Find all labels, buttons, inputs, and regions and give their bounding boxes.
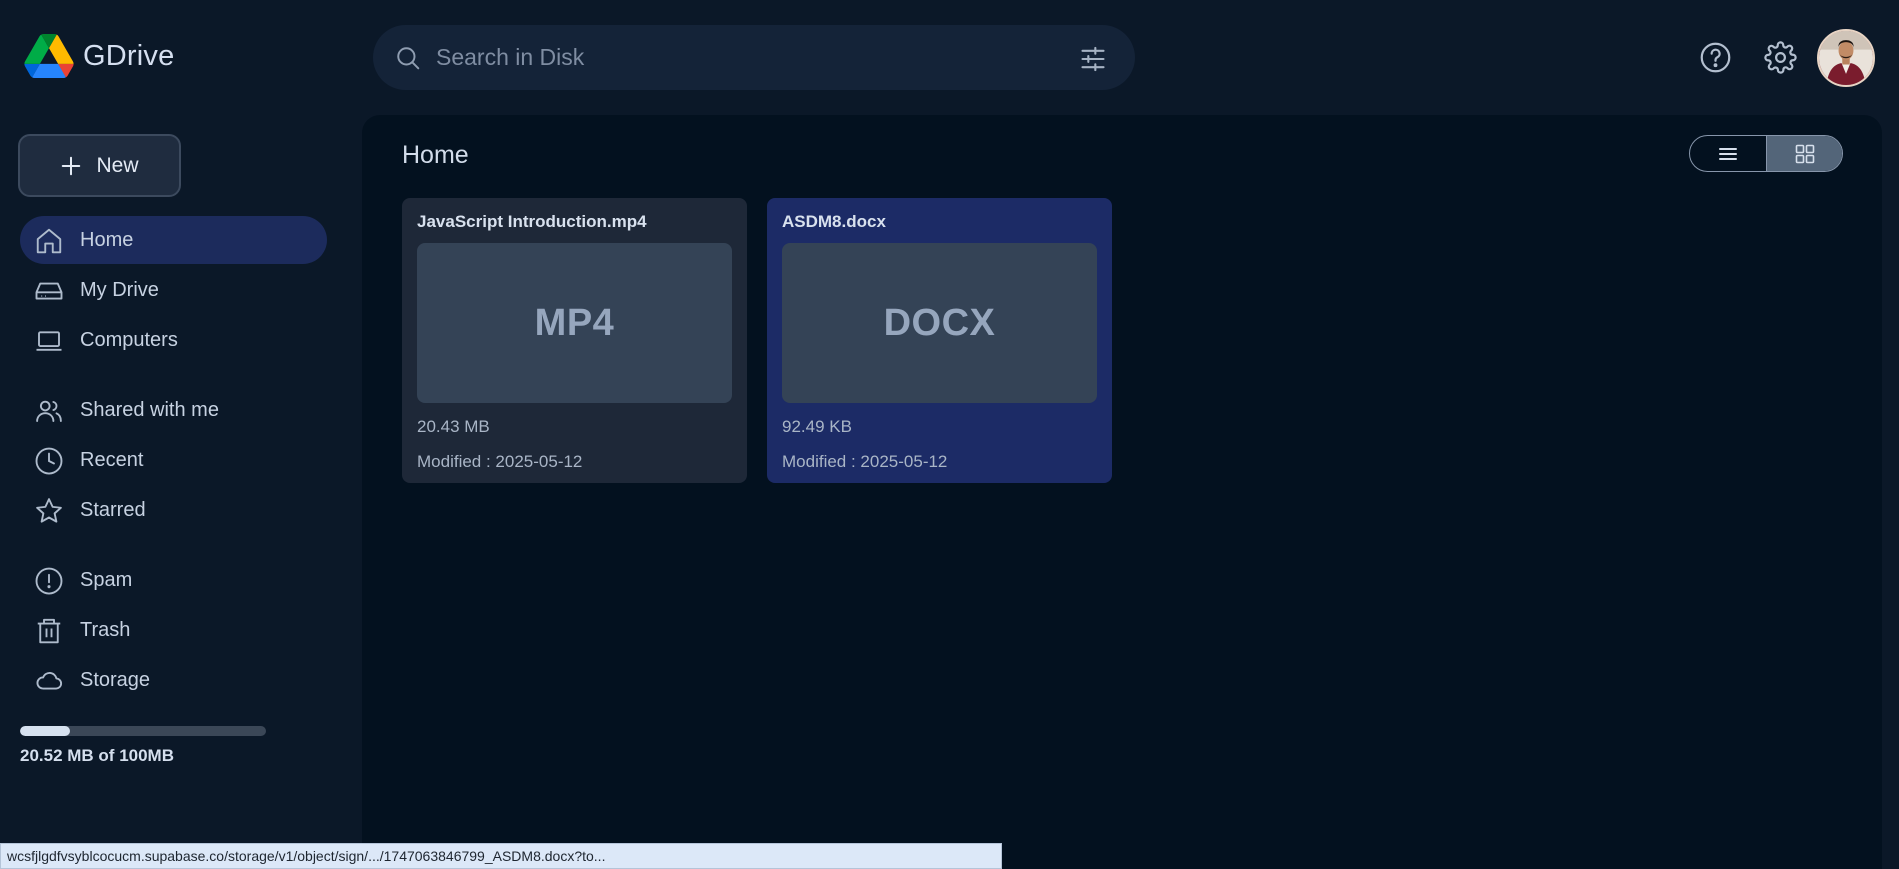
file-size: 92.49 KB	[782, 417, 852, 436]
gdrive-logo-icon	[24, 34, 74, 78]
avatar-portrait-icon	[1819, 31, 1873, 85]
search-bar	[373, 25, 1135, 90]
cloud-icon	[36, 671, 63, 690]
sidebar-item-my-drive[interactable]: My Drive	[20, 266, 327, 314]
app-window: GDrive Search in Disk New Home My Drive …	[0, 0, 1899, 869]
file-modified-date: Modified : 2025-05-12	[782, 452, 948, 471]
clock-icon	[35, 447, 63, 475]
star-icon	[36, 498, 62, 523]
file-name: JavaScript Introduction.mp4	[417, 212, 647, 231]
laptop-icon	[36, 331, 62, 351]
search-input[interactable]	[436, 37, 1036, 77]
list-view-button[interactable]	[1690, 136, 1766, 171]
sidebar-item-computers[interactable]: Computers	[20, 316, 327, 364]
search-icon	[397, 47, 420, 70]
storage-usage-text: 20.52 MB of 100MB	[20, 746, 174, 765]
file-thumbnail: DOCX	[782, 243, 1097, 403]
file-name: ASDM8.docx	[782, 212, 886, 231]
alert-icon	[35, 567, 63, 595]
sidebar-item-label: Shared with me	[80, 399, 219, 421]
sidebar-item-label: Starred	[80, 499, 146, 521]
file-extension-label: DOCX	[883, 301, 996, 344]
new-button-label: New	[96, 153, 139, 177]
plus-icon	[62, 156, 81, 175]
main-panel: Home JavaScript Introduction.mp4 MP4 20.…	[362, 115, 1882, 869]
grid-view-button[interactable]	[1766, 136, 1842, 171]
new-button[interactable]: New	[18, 134, 181, 197]
list-icon	[1719, 147, 1737, 160]
file-extension-label: MP4	[534, 301, 615, 344]
view-toggle	[1689, 135, 1843, 172]
sidebar-item-label: My Drive	[80, 279, 159, 301]
sidebar-item-label: Computers	[80, 329, 178, 351]
storage-usage-fill	[20, 726, 71, 736]
trash-icon	[37, 618, 61, 644]
sidebar-item-spam[interactable]: Spam	[20, 556, 327, 604]
file-size: 20.43 MB	[417, 417, 490, 436]
drive-icon	[35, 282, 63, 300]
file-thumbnail: MP4	[417, 243, 732, 403]
sidebar-item-home[interactable]: Home	[20, 216, 327, 264]
status-url-bar: wcsfjlgdfvsyblcocucm.supabase.co/storage…	[0, 843, 1002, 869]
brand[interactable]: GDrive	[24, 34, 174, 78]
user-avatar[interactable]	[1817, 29, 1875, 87]
file-modified-date: Modified : 2025-05-12	[417, 452, 583, 471]
sidebar-item-label: Storage	[80, 669, 151, 691]
sidebar-item-shared-with-me[interactable]: Shared with me	[20, 386, 327, 434]
file-card[interactable]: JavaScript Introduction.mp4 MP4 20.43 MB…	[402, 198, 747, 483]
sidebar-item-starred[interactable]: Starred	[20, 486, 327, 534]
file-card-selected[interactable]: ASDM8.docx DOCX 92.49 KB Modified : 2025…	[767, 198, 1112, 483]
storage-usage-bar	[20, 726, 266, 736]
settings-gear-icon[interactable]	[1764, 41, 1797, 74]
home-icon	[36, 228, 62, 254]
grid-icon	[1795, 144, 1814, 163]
sidebar-item-label: Home	[80, 229, 134, 251]
sidebar-item-label: Recent	[80, 449, 144, 471]
help-icon[interactable]	[1699, 41, 1732, 74]
users-icon	[36, 400, 62, 422]
sidebar-item-label: Spam	[80, 569, 133, 591]
sidebar-item-label: Trash	[80, 619, 131, 641]
brand-name: GDrive	[83, 39, 175, 72]
filter-sliders-icon[interactable]	[1079, 45, 1107, 73]
sidebar-item-trash[interactable]: Trash	[20, 606, 327, 654]
page-title: Home	[402, 141, 469, 169]
sidebar-item-storage[interactable]: Storage	[20, 656, 327, 704]
sidebar-item-recent[interactable]: Recent	[20, 436, 327, 484]
